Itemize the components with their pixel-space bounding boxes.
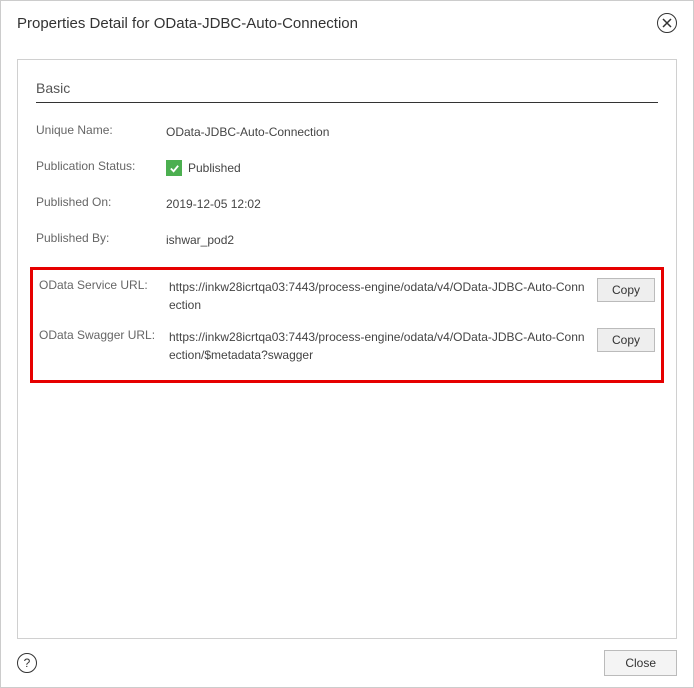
close-button[interactable]: Close (604, 650, 677, 676)
copy-swagger-url-button[interactable]: Copy (597, 328, 655, 352)
label-publication-status: Publication Status: (36, 159, 166, 173)
value-swagger-url: https://inkw28icrtqa03:7443/process-engi… (169, 328, 597, 364)
highlighted-section: OData Service URL: https://inkw28icrtqa0… (30, 267, 664, 383)
status-text: Published (188, 159, 241, 177)
label-unique-name: Unique Name: (36, 123, 166, 137)
value-service-url: https://inkw28icrtqa03:7443/process-engi… (169, 278, 597, 314)
row-swagger-url: OData Swagger URL: https://inkw28icrtqa0… (39, 328, 655, 364)
check-icon (166, 160, 182, 176)
value-publication-status: Published (166, 159, 658, 177)
value-published-on: 2019-12-05 12:02 (166, 195, 658, 213)
label-service-url: OData Service URL: (39, 278, 169, 292)
section-title: Basic (36, 80, 658, 103)
help-icon[interactable]: ? (17, 653, 37, 673)
value-unique-name: OData-JDBC-Auto-Connection (166, 123, 658, 141)
row-service-url: OData Service URL: https://inkw28icrtqa0… (39, 278, 655, 314)
label-swagger-url: OData Swagger URL: (39, 328, 169, 342)
dialog-title: Properties Detail for OData-JDBC-Auto-Co… (17, 15, 358, 32)
close-icon[interactable] (657, 13, 677, 33)
value-published-by: ishwar_pod2 (166, 231, 658, 249)
properties-panel: Basic Unique Name: OData-JDBC-Auto-Conne… (17, 59, 677, 639)
copy-service-url-button[interactable]: Copy (597, 278, 655, 302)
dialog-footer: ? Close (1, 639, 693, 687)
label-published-by: Published By: (36, 231, 166, 245)
row-published-by: Published By: ishwar_pod2 (36, 231, 658, 249)
row-publication-status: Publication Status: Published (36, 159, 658, 177)
row-published-on: Published On: 2019-12-05 12:02 (36, 195, 658, 213)
dialog-header: Properties Detail for OData-JDBC-Auto-Co… (1, 1, 693, 43)
row-unique-name: Unique Name: OData-JDBC-Auto-Connection (36, 123, 658, 141)
label-published-on: Published On: (36, 195, 166, 209)
